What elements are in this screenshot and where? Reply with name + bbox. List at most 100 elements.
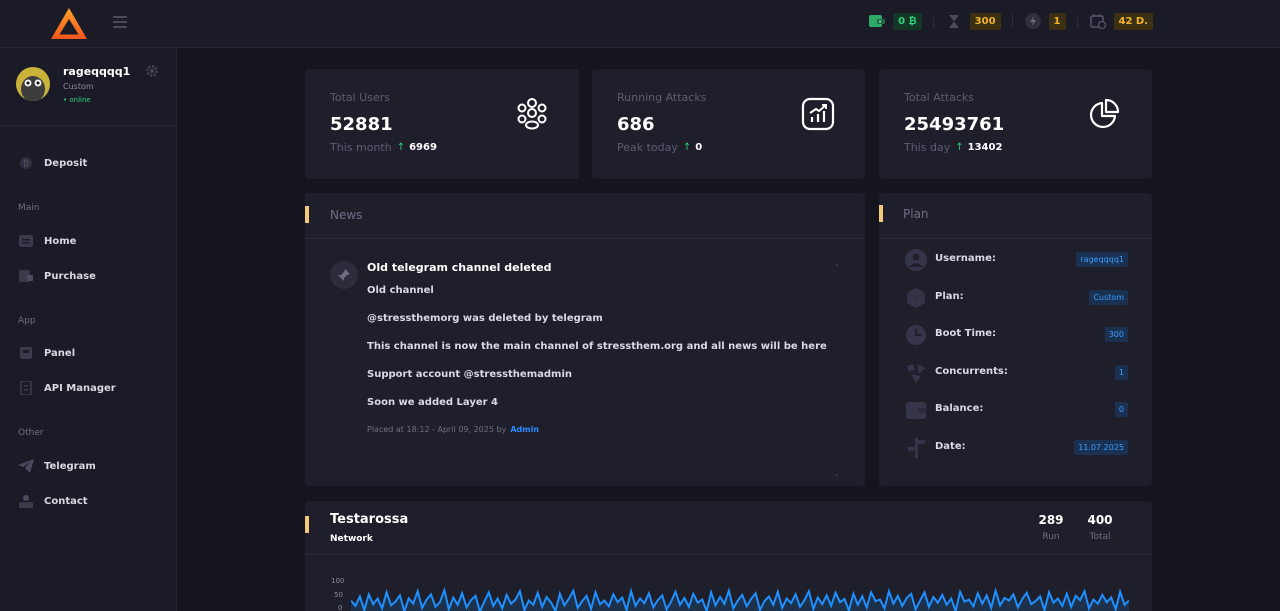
stat-card-value: 52881 [330,114,393,135]
plan-label: Balance: [935,403,984,414]
plan-title: Plan [903,207,929,221]
api-icon [18,380,34,396]
sidebar-item-contact[interactable]: Contact [18,493,88,509]
network-run-label: Run [1042,532,1060,542]
concurrents-icon [904,361,928,385]
gear-icon[interactable] [145,64,159,78]
network-panel: Testarossa Network 289 Run 400 Total 100… [305,501,1152,611]
divider [879,238,1152,239]
wallet-icon [868,12,886,30]
plan-row-boot-time: Boot Time: 300 [904,323,1128,347]
balance-value: 0 ₿ [893,12,922,30]
sidebar-item-label: Purchase [44,270,96,282]
days-value: 42 D. [1113,12,1153,30]
sidebar-item-telegram[interactable]: Telegram [18,458,96,474]
accent-bar [305,516,309,533]
plan-row-username: Username: rageqqqq1 [904,248,1128,272]
profile-plan: Custom [63,82,94,91]
y-tick-label: 100 [331,577,345,585]
news-post-meta: Placed at 18:12 - April 09, 2025 by Admin [367,425,539,434]
sidebar-item-label: Home [44,235,77,247]
sidebar: rageqqqq1 Custom • online ₿ Deposit Main… [0,48,177,611]
plan-label: Concurrents: [935,366,1008,377]
coin-icon: ₿ [18,155,34,171]
chart-area [351,590,1129,611]
plan-value: rageqqqq1 [1076,252,1128,267]
news-post-line: Old channel [367,285,434,296]
network-run-stat: 289 Run [1032,507,1070,551]
plan-label: Username: [935,253,996,264]
news-post-line: This channel is now the main channel of … [367,341,827,352]
plan-row-date: Date: 11.07.2025 [904,436,1128,460]
wallet-icon [904,398,928,422]
pie-chart-icon [1089,98,1120,129]
plan-value: 1 [1114,365,1128,380]
news-post-line: @stressthemorg was deleted by telegram [367,313,603,324]
stat-balance: 0 ₿ [868,12,922,30]
stat-card-value: 686 [617,114,655,135]
stat-card-sub: Peak today ↑ 0 [617,141,702,154]
news-title: News [330,208,363,222]
network-run-value: 289 [1038,513,1064,527]
panel-icon [18,345,34,361]
logo-icon[interactable] [50,7,88,40]
network-subtitle: Network [330,534,373,544]
users-icon [517,98,547,130]
news-post-author-link[interactable]: Admin [510,425,539,434]
plan-row-balance: Balance: 0 [904,398,1128,422]
separator [1076,14,1078,28]
sidebar-item-api-manager[interactable]: API Manager [18,380,116,396]
plan-label: Boot Time: [935,328,997,339]
stat-card-title: Total Users [330,91,390,104]
y-tick-label: 0 [338,604,343,611]
news-post-date: Placed at 18:12 - April 09, 2025 by [367,425,507,434]
stat-boot-time: 300 [945,12,1001,30]
news-panel: News Old telegram channel deleted Old ch… [305,193,865,486]
network-total-value: 400 [1087,513,1113,527]
sidebar-item-label: Telegram [44,460,96,472]
news-post-title: Old telegram channel deleted [367,261,552,274]
telegram-icon [18,458,34,474]
stat-card-sub-value: 0 [695,142,703,153]
plan-panel: Plan Username: rageqqqq1 Plan: Custom Bo… [879,193,1152,486]
network-total-label: Total [1089,532,1111,542]
stat-concurrents: 1 [1024,12,1066,30]
stat-card-running-attacks: Running Attacks 686 Peak today ↑ 0 [592,69,865,179]
user-icon [904,248,928,272]
arrow-up-icon: ↑ [396,142,406,153]
arrow-up-icon: ↑ [955,142,964,153]
divider [305,554,1152,555]
stat-card-value: 25493761 [904,114,1005,135]
stat-card-total-attacks: Total Attacks 25493761 This day ↑ 13402 [879,69,1152,179]
avatar[interactable] [16,67,50,101]
stat-card-title: Running Attacks [617,91,707,104]
hourglass-icon [945,12,963,30]
sidebar-item-label: Contact [44,495,88,507]
sidebar-item-deposit[interactable]: ₿ Deposit [18,155,87,171]
svg-text:₿: ₿ [23,159,29,168]
profile-block: rageqqqq1 Custom • online [0,48,177,126]
sidebar-item-panel[interactable]: Panel [18,345,75,361]
sidebar-item-label: Deposit [44,157,88,169]
stat-card-title: Total Attacks [904,91,975,104]
profile-status: • online [63,96,91,104]
boot-time-value: 300 [969,12,1001,30]
sidebar-item-purchase[interactable]: Purchase [18,268,96,284]
pin-icon [330,261,358,289]
sidebar-item-label: API Manager [44,382,116,394]
scroll-dot [836,264,838,266]
y-tick-label: 50 [334,591,343,599]
cart-icon [18,268,34,284]
separator [1011,14,1013,28]
menu-toggle-icon[interactable] [113,16,127,28]
plan-value: Custom [1089,290,1128,305]
profile-username: rageqqqq1 [63,65,131,78]
stat-card-sub-label: This month [330,141,392,154]
plan-row-concurrents: Concurrents: 1 [904,361,1128,385]
stat-card-sub-value: 13402 [967,142,1003,153]
network-chart [351,586,1129,611]
sidebar-item-home[interactable]: Home [18,233,76,249]
news-post-line: Support account @stressthemadmin [367,369,572,380]
accent-bar [879,205,883,222]
stat-days: 42 D. [1089,12,1153,30]
